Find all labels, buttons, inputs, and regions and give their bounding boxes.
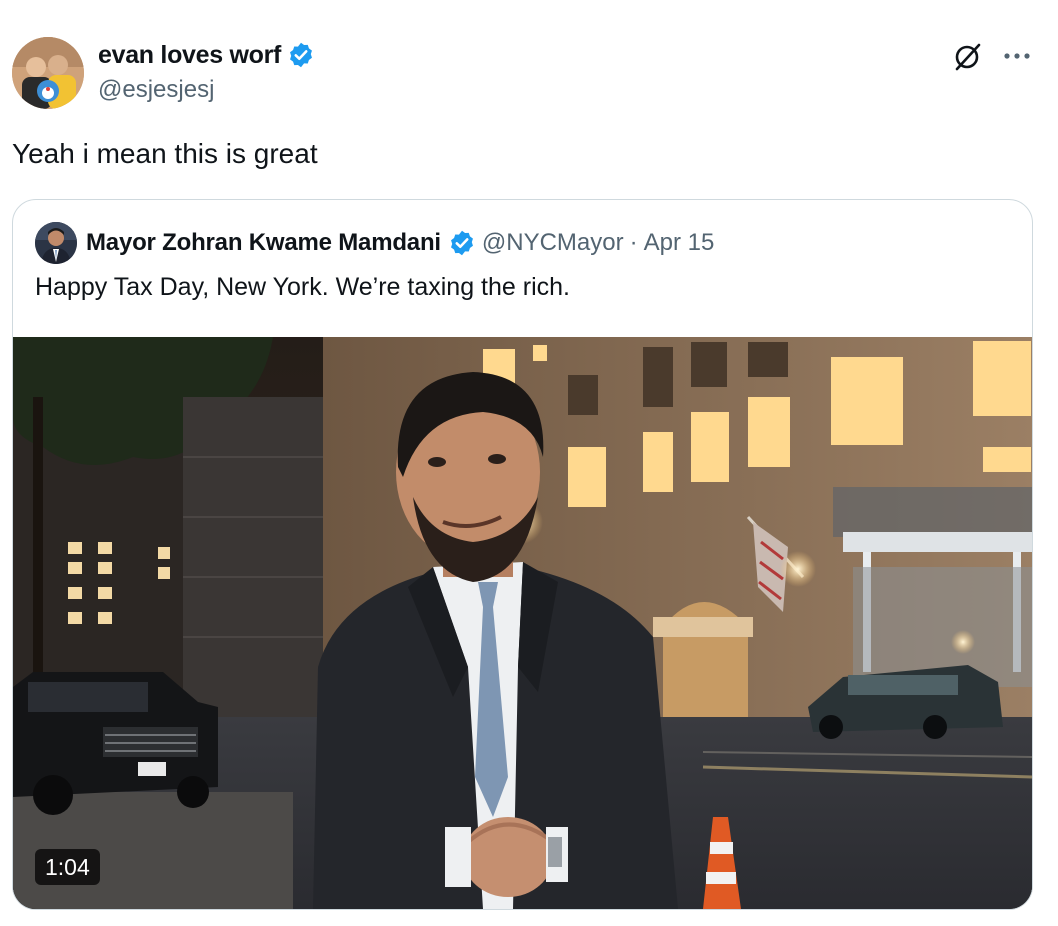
quoted-author-name[interactable]: Mayor Zohran Kwame Mamdani [86, 229, 441, 257]
quoted-author-handle[interactable]: @NYCMayor [482, 229, 624, 257]
verified-badge-icon[interactable] [287, 41, 315, 69]
quoted-author-row[interactable]: Mayor Zohran Kwame Mamdani @NYCMayor · A… [86, 225, 714, 261]
author-handle[interactable]: @esjesjesj [98, 76, 214, 104]
video-duration-badge: 1:04 [35, 849, 100, 885]
grok-icon[interactable] [952, 40, 984, 72]
quoted-post-text: Happy Tax Day, New York. We’re taxing th… [35, 273, 570, 301]
meta-separator: · [629, 229, 638, 256]
video-player[interactable]: 1:04 [13, 337, 1032, 909]
avatar-image [12, 37, 84, 109]
quoted-post-card[interactable]: Mayor Zohran Kwame Mamdani @NYCMayor · A… [12, 199, 1033, 910]
quoted-author-avatar[interactable] [35, 222, 77, 264]
video-thumbnail [13, 337, 1032, 909]
author-avatar[interactable] [12, 37, 84, 109]
quoted-avatar-image [35, 222, 77, 264]
author-name-row[interactable]: evan loves worf [98, 38, 315, 72]
quoted-verified-badge-icon[interactable] [448, 229, 476, 257]
quoted-post-date[interactable]: Apr 15 [644, 229, 715, 257]
more-icon[interactable] [1001, 40, 1033, 72]
post-text: Yeah i mean this is great [12, 138, 318, 169]
author-display-name[interactable]: evan loves worf [98, 41, 281, 70]
